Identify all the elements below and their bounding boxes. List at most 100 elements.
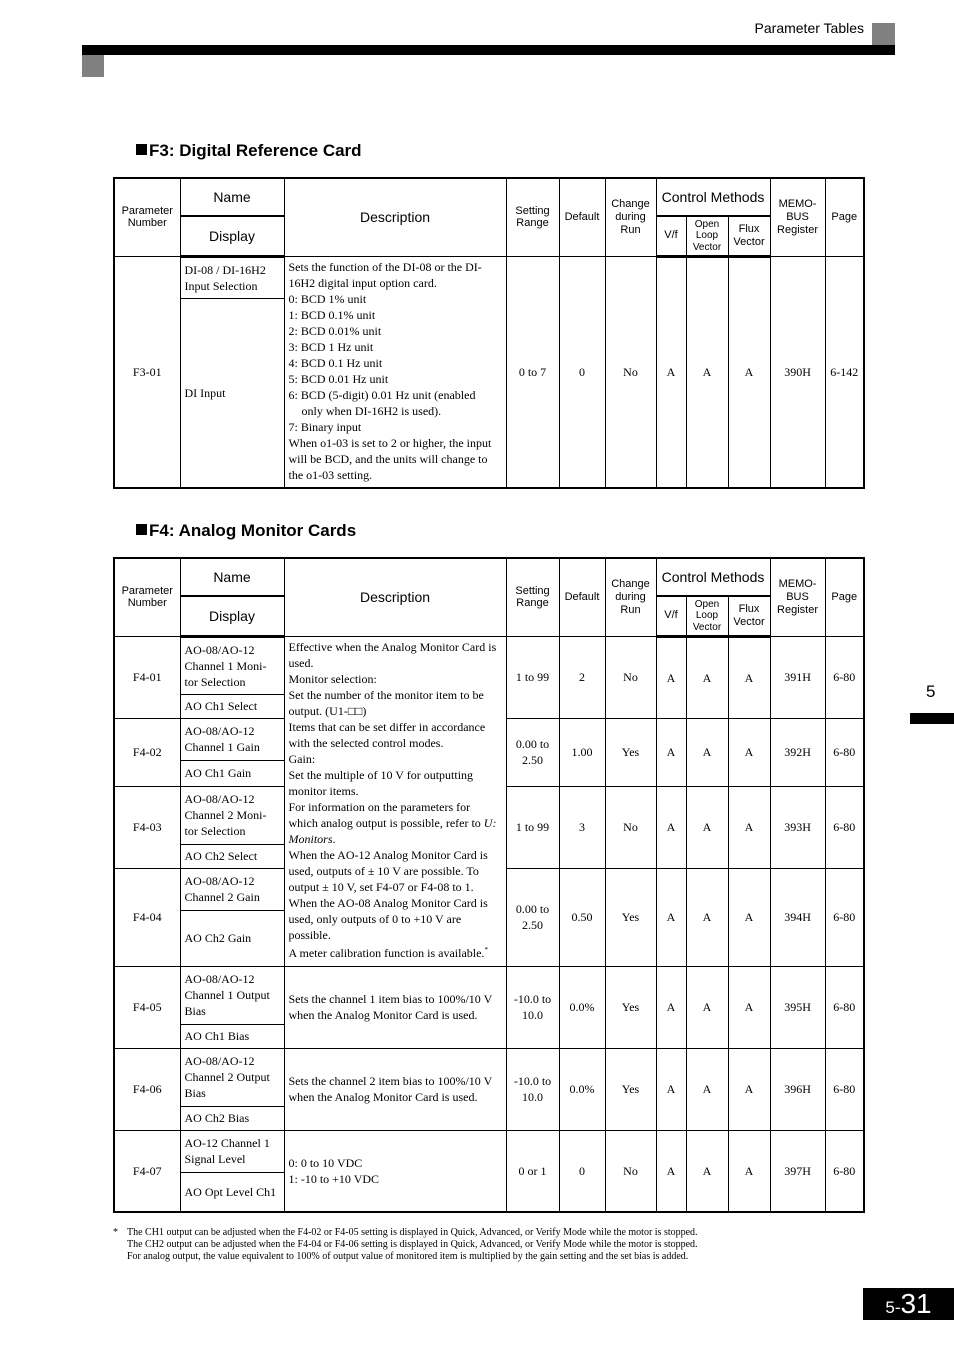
param-description: 0: 0 to 10 VDC 1: -10 to +10 VDC bbox=[283, 1129, 507, 1213]
param-display: DI Input bbox=[179, 297, 285, 489]
table-row: F4-05 AO-08/AO-12 Channel 1 Output Bias … bbox=[113, 965, 865, 1049]
setting-range: 0 or 1 bbox=[505, 1129, 560, 1213]
control-flux-vector: A bbox=[727, 255, 771, 489]
param-number: F3-01 bbox=[113, 255, 181, 489]
setting-range: 1 to 99 bbox=[505, 785, 560, 869]
memobus-register: 393H bbox=[769, 785, 826, 869]
col-header-memobus-register: MEMO-BUS Register bbox=[769, 557, 826, 637]
col-header-open-loop-vector: Open Loop Vector bbox=[685, 215, 729, 258]
description-line: For information on the parameters for wh… bbox=[289, 799, 502, 847]
param-description: Sets the channel 2 item bias to 100%/10 … bbox=[283, 1047, 507, 1131]
control-flux-vector: A bbox=[727, 1047, 771, 1131]
description-option: 1: BCD 0.1% unit bbox=[288, 307, 376, 322]
description-option: 5: BCD 0.01 Hz unit bbox=[288, 371, 389, 386]
control-vf: A bbox=[655, 717, 687, 787]
param-number: F4-03 bbox=[113, 785, 181, 869]
control-open-loop-vector: A bbox=[685, 635, 729, 719]
memobus-register: 392H bbox=[769, 717, 826, 787]
header-decoration-right bbox=[872, 23, 895, 46]
col-header-change-during-run: Change during Run bbox=[604, 177, 657, 257]
page-ref: 6-80 bbox=[824, 717, 865, 787]
col-header-param-number: Parameter Number bbox=[113, 177, 181, 257]
param-display: AO Ch1 Select bbox=[179, 693, 285, 719]
param-name: AO-08/AO-12 Channel 1 Gain bbox=[179, 717, 285, 761]
page-number: 5-31 bbox=[863, 1288, 954, 1320]
col-header-description: Description bbox=[283, 177, 507, 257]
col-header-param-number: Parameter Number bbox=[113, 557, 181, 637]
description-line: A meter calibration function is availabl… bbox=[289, 945, 502, 961]
table-row: F4-07 AO-12 Channel 1 Signal Level 0: 0 … bbox=[113, 1129, 865, 1213]
control-open-loop-vector: A bbox=[685, 785, 729, 869]
col-header-default: Default bbox=[558, 557, 606, 637]
control-vf: A bbox=[655, 635, 687, 719]
control-open-loop-vector: A bbox=[685, 867, 729, 967]
setting-range: 1 to 99 bbox=[505, 635, 560, 719]
description-option: 0: BCD 1% unit bbox=[288, 291, 367, 306]
description-option: 2: BCD 0.01% unit bbox=[288, 323, 382, 338]
shared-description: Effective when the Analog Monitor Card i… bbox=[283, 635, 507, 967]
col-header-page: Page bbox=[824, 557, 865, 637]
footnote-line: For analog output, the value equivalent … bbox=[127, 1251, 689, 1262]
col-header-name: Name bbox=[179, 177, 285, 217]
description-line: Items that can be set differ in accordan… bbox=[288, 719, 486, 750]
memobus-register: 390H bbox=[769, 255, 826, 489]
section-bullet-icon bbox=[136, 144, 147, 155]
param-name: AO-08/AO-12 Channel 1 Moni-tor Selection bbox=[179, 635, 285, 695]
col-header-page: Page bbox=[824, 177, 865, 257]
description-option: only when DI-16H2 is used). bbox=[301, 403, 442, 418]
table-row: F4-01 AO-08/AO-12 Channel 1 Moni-tor Sel… bbox=[113, 635, 865, 967]
control-flux-vector: A bbox=[727, 965, 771, 1049]
section-bullet-icon bbox=[136, 524, 147, 535]
param-display: AO Ch2 Bias bbox=[179, 1105, 285, 1131]
control-vf: A bbox=[655, 785, 687, 869]
col-header-name: Name bbox=[179, 557, 285, 597]
col-header-vf: V/f bbox=[655, 595, 687, 638]
param-display: AO Ch1 Gain bbox=[179, 759, 285, 787]
description-line: Effective when the Analog Monitor Card i… bbox=[288, 639, 497, 670]
control-flux-vector: A bbox=[727, 717, 771, 787]
col-header-default: Default bbox=[558, 177, 606, 257]
control-vf: A bbox=[655, 965, 687, 1049]
f3-section-title: F3: Digital Reference Card bbox=[136, 141, 362, 161]
col-header-display: Display bbox=[179, 215, 285, 258]
memobus-register: 395H bbox=[769, 965, 826, 1049]
col-header-control-methods: Control Methods bbox=[655, 177, 771, 217]
control-flux-vector: A bbox=[727, 1129, 771, 1213]
change-during-run: No bbox=[604, 785, 657, 869]
param-number: F4-07 bbox=[113, 1129, 181, 1213]
running-header: Parameter Tables bbox=[754, 20, 864, 36]
control-open-loop-vector: A bbox=[685, 1047, 729, 1131]
page-ref: 6-80 bbox=[824, 1129, 865, 1213]
change-during-run: Yes bbox=[604, 1047, 657, 1131]
memobus-register: 394H bbox=[769, 867, 826, 967]
control-flux-vector: A bbox=[727, 635, 771, 719]
footnote-marker: * bbox=[484, 945, 488, 954]
description-line: Monitor selection: bbox=[288, 671, 377, 686]
control-flux-vector: A bbox=[727, 785, 771, 869]
description-line: Set the multiple of 10 V for outputting … bbox=[288, 767, 474, 798]
footnote: * The CH1 output can be adjusted when th… bbox=[113, 1227, 813, 1263]
page-number-value: 31 bbox=[900, 1288, 932, 1319]
description-line: When the AO-12 Analog Monitor Card is us… bbox=[288, 847, 488, 894]
default-value: 1.00 bbox=[558, 717, 606, 787]
description-text: A meter calibration function is availabl… bbox=[288, 945, 485, 960]
change-during-run: No bbox=[604, 255, 657, 489]
param-name: AO-12 Channel 1 Signal Level bbox=[179, 1129, 285, 1173]
param-number: F4-06 bbox=[113, 1047, 181, 1131]
col-header-memobus-register: MEMO-BUS Register bbox=[769, 177, 826, 257]
memobus-register: 396H bbox=[769, 1047, 826, 1131]
param-display: AO Ch1 Bias bbox=[179, 1023, 285, 1049]
col-header-flux-vector: Flux Vector bbox=[727, 215, 771, 258]
col-header-setting-range: Setting Range bbox=[505, 177, 560, 257]
col-header-control-methods: Control Methods bbox=[655, 557, 771, 597]
control-open-loop-vector: A bbox=[685, 255, 729, 489]
description-option: 4: BCD 0.1 Hz unit bbox=[288, 355, 383, 370]
param-name: AO-08/AO-12 Channel 2 Output Bias bbox=[179, 1047, 285, 1107]
param-number: F4-04 bbox=[113, 867, 181, 967]
col-header-description: Description bbox=[283, 557, 507, 637]
memobus-register: 391H bbox=[769, 635, 826, 719]
description-option: 1: -10 to +10 VDC bbox=[288, 1171, 380, 1186]
col-header-vf: V/f bbox=[655, 215, 687, 258]
control-vf: A bbox=[655, 867, 687, 967]
param-name: DI-08 / DI-16H2 Input Selection bbox=[179, 255, 285, 299]
